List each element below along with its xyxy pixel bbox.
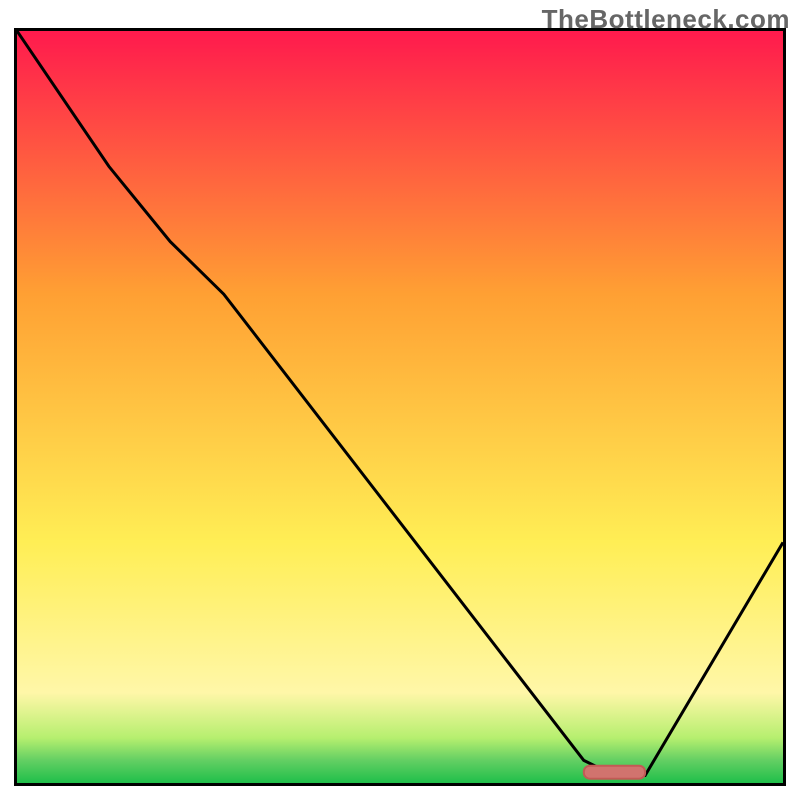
watermark-text: TheBottleneck.com (542, 4, 790, 35)
chart-frame: TheBottleneck.com (0, 0, 800, 800)
plot-area (14, 28, 786, 786)
optimal-marker (584, 766, 645, 779)
gradient-background (17, 31, 783, 783)
chart-svg (17, 31, 783, 783)
